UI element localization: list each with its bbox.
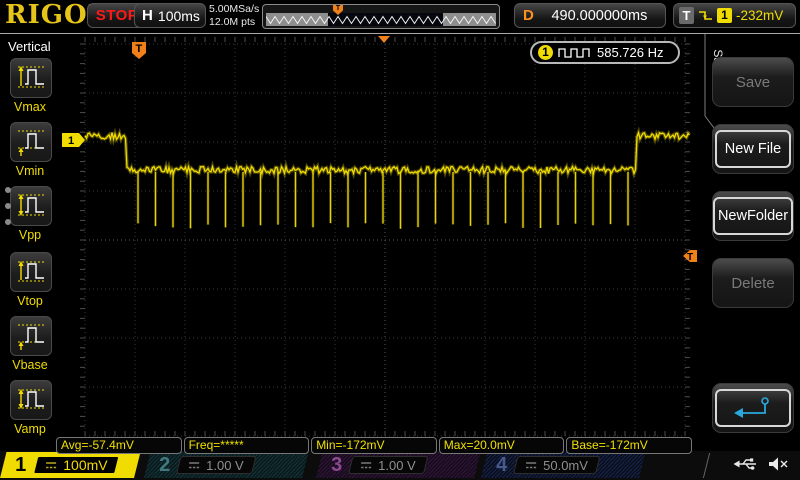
sidebar-item-vmin-label: Vmin [15, 164, 45, 178]
trigger-level-marker: T [683, 250, 697, 263]
sidebar-item-vtop[interactable] [10, 252, 52, 292]
channel-1-scale: 100mV [63, 457, 108, 473]
channel-status-bar: 1 100mV 2 1.00 V 3 1.00 V 4 50.0mV [0, 451, 800, 480]
channel1-offset-marker: 1 [62, 133, 85, 147]
channel-1-indicator[interactable]: 1 100mV [0, 452, 141, 478]
sidebar-item-vpp[interactable] [10, 186, 52, 226]
new-file-button[interactable]: New File [712, 124, 794, 174]
falling-edge-icon [699, 10, 712, 20]
memory-depth: 12.0M pts [209, 16, 256, 28]
sidebar-item-vmax[interactable] [10, 58, 52, 98]
delay-value: 490.000000ms [551, 7, 648, 24]
sidebar-title: Vertical [8, 39, 51, 54]
trigger-level-value: -232mV [736, 8, 784, 23]
channel-4-scale: 50.0mV [543, 457, 589, 473]
vtop-icon [18, 261, 44, 282]
thumbnail-track [266, 13, 496, 26]
dc-coupling-icon [361, 461, 372, 468]
trigger-delay-indicator: D 490.000000ms [514, 3, 666, 28]
dc-coupling-icon [526, 461, 537, 468]
usb-icon [733, 458, 756, 470]
page-indicator-dot [5, 203, 11, 209]
vmin-icon [18, 130, 44, 156]
square-wave-icon [558, 48, 590, 58]
trigger-label: T [679, 7, 694, 24]
counter-value: 585.726 Hz [597, 45, 664, 60]
vamp-icon [18, 389, 44, 409]
measurement-max: Max=20.0mV [438, 437, 565, 454]
sidebar-item-vamp[interactable] [10, 380, 52, 420]
page-indicator-dot [5, 219, 11, 225]
horizontal-center-marker [378, 36, 390, 43]
sidebar-item-vbase[interactable] [10, 316, 52, 356]
return-arrow-icon [734, 397, 769, 418]
thumbnail-wave [266, 15, 496, 25]
delete-button[interactable]: Delete [712, 258, 794, 308]
sidebar-item-vmax-label: Vmax [14, 100, 46, 114]
measurement-avg: Avg=-57.4mV [56, 437, 182, 454]
channel-4-indicator[interactable]: 4 50.0mV [481, 452, 646, 478]
enter-button[interactable] [712, 383, 794, 433]
measurement-base: Base=-172mV [566, 437, 692, 454]
page-indicator-dot [5, 187, 11, 193]
sidebar-item-vbase-label: Vbase [12, 358, 48, 372]
oscilloscope-screen: 1 T T RIGOL STOP H 100ms 5.00MSa/s 12.0M… [0, 0, 800, 480]
trigger-position-flag: T [132, 42, 146, 59]
delay-label: D [523, 7, 534, 24]
vbase-icon [18, 324, 44, 350]
save-menu: Save Save New File NewFolder Delete [700, 34, 800, 451]
sample-rate: 5.00MSa/s [209, 3, 260, 15]
measurement-bar: Avg=-57.4mV Freq=***** Min=-172mV Max=20… [56, 437, 692, 454]
channel-2-indicator[interactable]: 2 1.00 V [144, 452, 309, 478]
sidebar-item-vpp-label: Vpp [18, 228, 42, 242]
dc-coupling-icon [189, 461, 200, 468]
frequency-counter-badge: 1 585.726 Hz [530, 41, 680, 64]
timebase-value: 100ms [157, 7, 200, 24]
channel-3-scale: 1.00 V [378, 457, 416, 473]
trigger-info-indicator: T 1 -232mV [673, 3, 796, 28]
speaker-muted-icon [769, 457, 788, 471]
top-status-bar: RIGOL STOP H 100ms 5.00MSa/s 12.0M pts T… [0, 0, 800, 34]
measurement-min: Min=-172mV [311, 437, 437, 454]
svg-text:T: T [136, 43, 143, 55]
memory-waveform-thumbnail: T [262, 4, 500, 29]
channel-3-indicator[interactable]: 3 1.00 V [316, 452, 481, 478]
measure-sidebar: Vertical Vmax Vmin Vpp Vtop Vbase Vamp [0, 34, 60, 451]
statusbar-divider [702, 453, 711, 478]
vmax-icon [18, 66, 44, 88]
timebase-indicator: H 100ms [134, 3, 206, 28]
counter-channel-badge: 1 [538, 45, 553, 60]
save-button[interactable]: Save [712, 57, 794, 107]
sidebar-item-vamp-label: Vamp [14, 422, 46, 436]
trigger-source-badge: 1 [717, 8, 732, 23]
horizontal-label: H [142, 7, 153, 24]
sidebar-item-vmin[interactable] [10, 122, 52, 162]
measurement-freq: Freq=***** [183, 437, 310, 454]
dc-coupling-icon [46, 461, 57, 468]
vpp-icon [18, 194, 44, 216]
svg-text:1: 1 [68, 135, 74, 147]
channel-2-scale: 1.00 V [206, 457, 244, 473]
acquisition-info: 5.00MSa/s 12.0M pts [209, 3, 259, 29]
sidebar-item-vtop-label: Vtop [17, 294, 43, 308]
svg-text:T: T [687, 252, 693, 263]
waveform-display: 1 T T [62, 36, 697, 437]
new-folder-button[interactable]: NewFolder [712, 191, 794, 241]
